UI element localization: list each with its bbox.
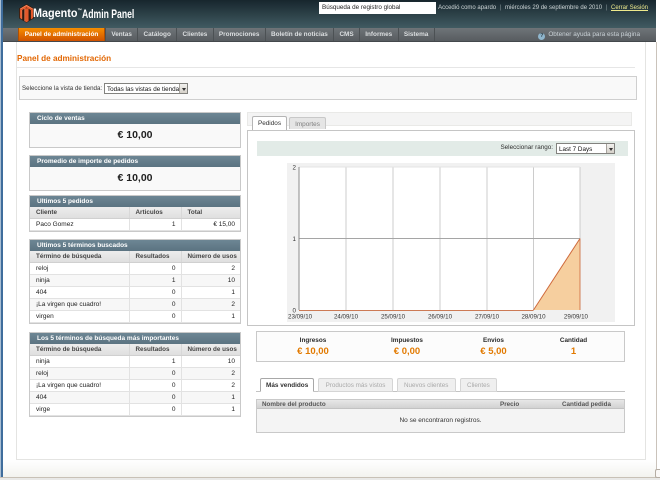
svg-text:23/09/10: 23/09/10: [288, 314, 313, 321]
svg-text:1: 1: [293, 236, 297, 243]
svg-text:2: 2: [293, 165, 297, 172]
svg-text:24/09/10: 24/09/10: [334, 314, 359, 321]
svg-text:28/09/10: 28/09/10: [521, 314, 546, 321]
svg-text:27/09/10: 27/09/10: [475, 314, 500, 321]
svg-text:25/09/10: 25/09/10: [381, 314, 406, 321]
svg-text:26/09/10: 26/09/10: [428, 314, 453, 321]
svg-text:29/09/10: 29/09/10: [564, 314, 589, 321]
